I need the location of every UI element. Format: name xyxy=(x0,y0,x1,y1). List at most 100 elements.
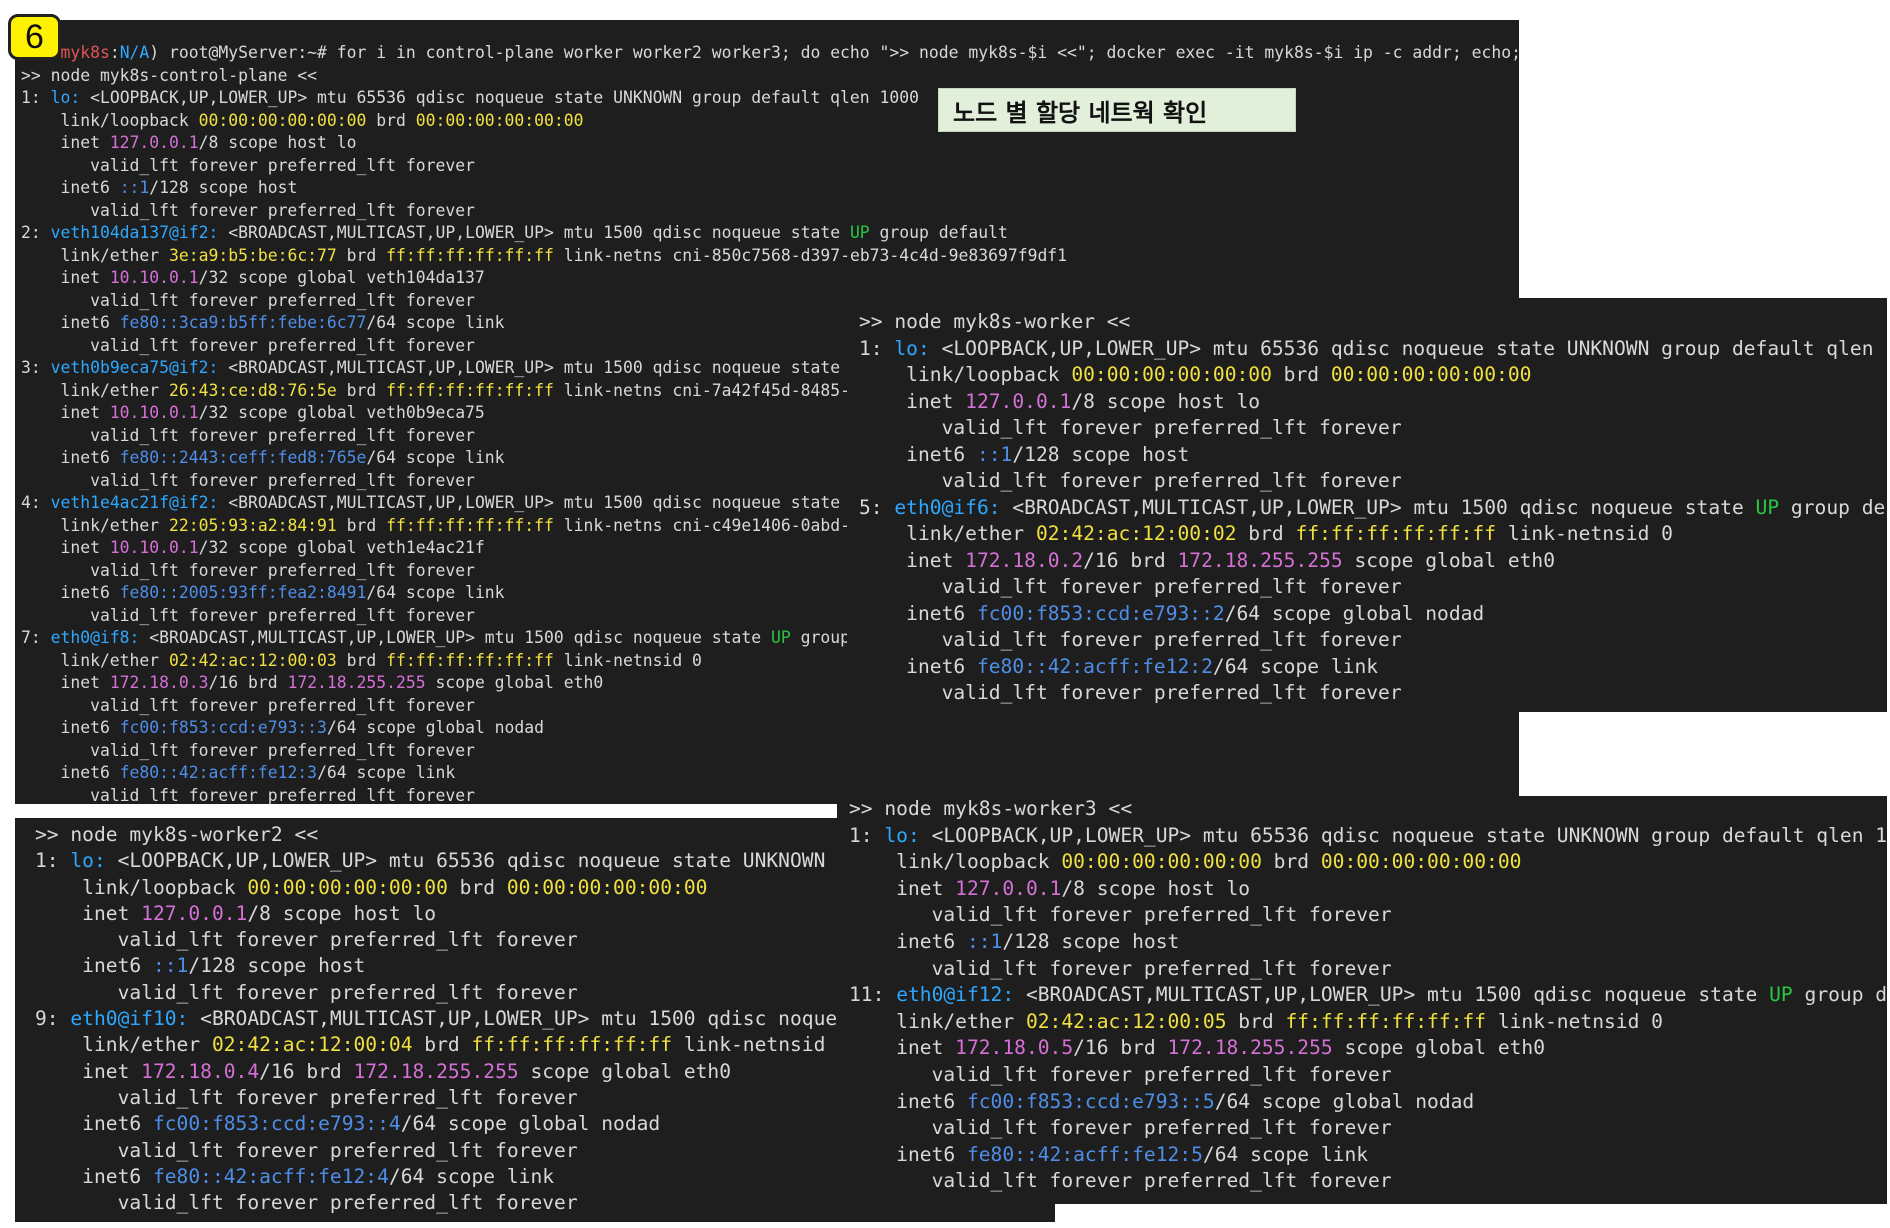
terminal-text-segment: brd xyxy=(336,245,387,265)
terminal-text-segment: 02:42:ac:12:00:02 xyxy=(1035,522,1237,545)
terminal-text-segment: inet xyxy=(859,389,966,413)
terminal-text-segment: 127.0.0.1 xyxy=(109,133,199,152)
terminal-text-segment: ff:ff:ff:ff:ff:ff xyxy=(1285,1009,1487,1033)
terminal-text-segment: /16 brd xyxy=(208,673,288,692)
terminal-text-segment: valid_lft forever preferred_lft forever xyxy=(21,605,475,625)
terminal-text-segment: fe80::42:acff:fe12:5 xyxy=(966,1142,1203,1166)
terminal-text-segment: link/ether xyxy=(21,380,170,400)
terminal-text-segment: valid_lft forever preferred_lft forever xyxy=(849,1169,1392,1193)
terminal-text-segment: inet xyxy=(21,538,110,557)
terminal-text-segment: /32 scope global veth1e4ac21f xyxy=(198,538,485,557)
terminal-text-segment: >> node myk8s-worker3 << xyxy=(849,797,1133,820)
terminal-text-segment: <BROADCAST,MULTICAST,UP,LOWER_UP> mtu 15… xyxy=(1014,983,1770,1007)
terminal-text-segment: valid_lft forever preferred_lft forever xyxy=(21,695,475,715)
terminal-text-segment: 172.18.255.255 xyxy=(1177,548,1343,572)
terminal-text-segment: <BROADCAST,MULTICAST,UP,LOWER_UP> mtu 15… xyxy=(218,358,850,377)
terminal-text-segment: 127.0.0.1 xyxy=(955,876,1062,900)
terminal-text-segment: inet6 xyxy=(859,442,977,466)
terminal-text-segment: valid_lft forever preferred_lft forever xyxy=(21,560,475,580)
terminal-line: 1: lo: <LOOPBACK,UP,LOWER_UP> mtu 65536 … xyxy=(849,823,1887,850)
terminal-text-segment: lo: xyxy=(894,336,930,360)
terminal-text-segment: /8 scope host lo xyxy=(1071,389,1261,413)
terminal-text-segment: 3: xyxy=(21,358,51,377)
terminal-line: inet6 ::1/128 scope host xyxy=(21,177,1519,200)
terminal-text-segment: link/ether xyxy=(849,1009,1026,1033)
terminal-line: valid_lft forever preferred_lft forever xyxy=(21,155,1519,178)
terminal-worker: >> node myk8s-worker << 1: lo: <LOOPBACK,… xyxy=(847,298,1887,712)
terminal-text-segment: 00:00:00:00:00:00 xyxy=(415,110,584,130)
terminal-text-segment: /64 scope link xyxy=(366,448,505,467)
terminal-text-segment: lo: xyxy=(70,849,106,873)
terminal-text-segment: eth0@if6: xyxy=(894,495,1001,519)
terminal-line: 5: eth0@if6: <BROADCAST,MULTICAST,UP,LOW… xyxy=(859,495,1887,522)
terminal-line: valid_lft forever preferred_lft forever xyxy=(859,627,1887,654)
terminal-text-segment: scope global eth0 xyxy=(1342,548,1556,572)
terminal-line: >> node myk8s-worker << xyxy=(859,309,1887,336)
terminal-line: valid_lft forever preferred_lft forever xyxy=(21,200,1519,223)
terminal-line: inet6 fe80::42:acff:fe12:5/64 scope link xyxy=(849,1142,1887,1169)
terminal-text-segment: valid_lft forever preferred_lft forever xyxy=(35,1085,578,1109)
terminal-text-segment: brd xyxy=(447,875,507,899)
terminal-text-segment: 11: xyxy=(849,983,897,1007)
terminal-text-segment: fc00:f853:ccd:e793::4 xyxy=(152,1112,401,1136)
terminal-text-segment: valid_lft forever preferred_lft forever xyxy=(35,1191,578,1215)
terminal-text-segment: brd xyxy=(1261,850,1321,874)
terminal-line: inet6 ::1/128 scope host xyxy=(859,442,1887,469)
terminal-text-segment: 5: xyxy=(859,495,895,519)
terminal-text-segment: inet xyxy=(849,876,956,900)
terminal-text-segment: /16 brd xyxy=(259,1059,354,1083)
terminal-text-segment: 172.18.0.4 xyxy=(141,1059,260,1083)
terminal-line: valid_lft forever preferred_lft forever xyxy=(849,1115,1887,1142)
terminal-text-segment: 00:00:00:00:00:00 xyxy=(247,875,448,899)
terminal-text-segment: 00:00:00:00:00:00 xyxy=(506,875,708,899)
terminal-line: 1: lo: <LOOPBACK,UP,LOWER_UP> mtu 65536 … xyxy=(859,336,1887,363)
terminal-line: valid_lft forever preferred_lft forever xyxy=(859,468,1887,495)
terminal-text-segment: inet xyxy=(35,1059,142,1083)
terminal-text-segment: inet xyxy=(21,133,110,152)
terminal-text-segment: >> node myk8s-control-plane << xyxy=(21,65,318,85)
terminal-text-segment: 26:43:ce:d8:76:5e xyxy=(169,380,337,400)
terminal-text-segment: 02:42:ac:12:00:05 xyxy=(1025,1009,1227,1033)
terminal-text-segment: ::1 xyxy=(966,929,1003,953)
terminal-line: 2: veth104da137@if2: <BROADCAST,MULTICAS… xyxy=(21,222,1519,245)
terminal-text-segment: inet xyxy=(35,901,142,925)
terminal-text-segment: scope global eth0 xyxy=(518,1059,732,1083)
terminal-text-segment: 172.18.255.255 xyxy=(353,1059,519,1083)
terminal-text-segment: valid_lft forever preferred_lft forever xyxy=(859,575,1402,598)
terminal-text-segment: 9: xyxy=(35,1007,71,1031)
terminal-text-segment: valid_lft forever preferred_lft forever xyxy=(21,740,475,760)
terminal-text-segment: fe80::3ca9:b5ff:febe:6c77 xyxy=(119,313,367,332)
terminal-text-segment: /64 scope link xyxy=(1212,654,1379,678)
terminal-text-segment: link-netnsid 0 xyxy=(553,650,702,670)
terminal-text-segment: ::1 xyxy=(119,178,150,197)
terminal-text-segment: group default xyxy=(1804,983,1887,1007)
terminal-text-segment: 02:42:ac:12:00:04 xyxy=(211,1033,413,1057)
terminal-text-segment: lo: xyxy=(50,88,81,107)
terminal-text-segment: valid_lft forever preferred_lft forever xyxy=(35,928,578,952)
terminal-line: >> node myk8s-control-plane << xyxy=(21,65,1519,88)
terminal-text-segment: >> node myk8s-worker << xyxy=(859,310,1131,333)
terminal-line: valid_lft forever preferred_lft forever xyxy=(849,902,1887,929)
terminal-text-segment: fe80::2443:ceff:fed8:765e xyxy=(119,448,367,467)
terminal-text-segment: brd xyxy=(366,110,416,130)
terminal-text-segment: /128 scope host xyxy=(1002,929,1180,953)
terminal-text-segment: valid_lft forever preferred_lft forever xyxy=(21,335,475,355)
terminal-text-segment: <LOOPBACK,UP,LOWER_UP> mtu 65536 qdisc n… xyxy=(105,849,897,873)
terminal-text-segment: inet6 xyxy=(21,763,120,782)
terminal-text-segment: brd xyxy=(336,650,387,670)
terminal-text-segment: group default xyxy=(869,223,1008,242)
terminal-text-segment: 1: xyxy=(21,88,51,107)
terminal-text-segment: ff:ff:ff:ff:ff:ff xyxy=(386,650,554,670)
terminal-text-segment: ::1 xyxy=(152,954,189,978)
terminal-line: inet 10.10.0.1/32 scope global veth104da… xyxy=(21,267,1519,290)
terminal-text-segment: valid_lft forever preferred_lft forever xyxy=(859,681,1402,704)
terminal-text-segment: 127.0.0.1 xyxy=(141,901,248,925)
terminal-text-segment: link/ether xyxy=(21,245,170,265)
terminal-text-segment: fe80::2005:93ff:fea2:8491 xyxy=(119,583,367,602)
terminal-text-segment: inet6 xyxy=(21,313,120,332)
terminal-text-segment: inet xyxy=(21,673,110,692)
terminal-text-segment: UP xyxy=(1755,495,1780,519)
caption-label: 노드 별 할당 네트웍 확인 xyxy=(938,88,1296,132)
terminal-text-segment: 1: xyxy=(859,336,895,360)
terminal-text-segment: 22:05:93:a2:84:91 xyxy=(169,515,337,535)
